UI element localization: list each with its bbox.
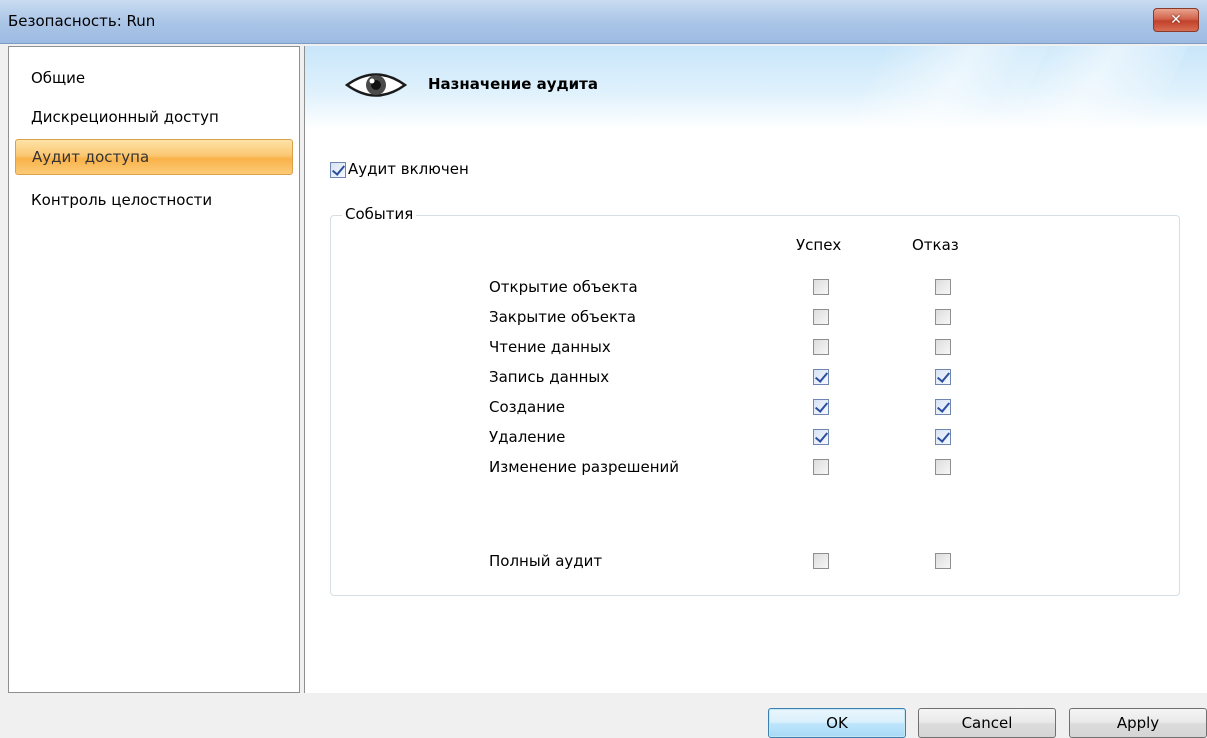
ok-button[interactable]: OK bbox=[768, 708, 906, 738]
sidebar-item-label: Дискреционный доступ bbox=[31, 108, 219, 126]
change-permissions-success-checkbox[interactable] bbox=[813, 459, 829, 475]
write-data-failure-checkbox[interactable] bbox=[935, 369, 951, 385]
window-title: Безопасность: Run bbox=[8, 12, 156, 30]
events-group-legend: События bbox=[342, 205, 417, 223]
title-bar[interactable]: Безопасность: Run ✕ bbox=[0, 0, 1207, 44]
event-label-open-object: Открытие объекта bbox=[489, 278, 638, 296]
event-label-read-data: Чтение данных bbox=[489, 338, 611, 356]
apply-button[interactable]: Apply bbox=[1069, 708, 1207, 738]
audit-enabled-checkbox[interactable] bbox=[330, 162, 346, 178]
open-object-failure-checkbox[interactable] bbox=[935, 279, 951, 295]
sidebar-item-general[interactable]: Общие bbox=[15, 61, 293, 97]
create-failure-checkbox[interactable] bbox=[935, 399, 951, 415]
cancel-button[interactable]: Cancel bbox=[918, 708, 1056, 738]
sidebar-item-access-audit[interactable]: Аудит доступа bbox=[15, 139, 293, 175]
delete-failure-checkbox[interactable] bbox=[935, 429, 951, 445]
sidebar-item-label: Аудит доступа bbox=[32, 148, 150, 166]
header-banner: Назначение аудита bbox=[305, 46, 1207, 130]
eye-icon bbox=[345, 73, 407, 97]
sidebar-item-label: Контроль целостности bbox=[31, 191, 213, 209]
event-label-write-data: Запись данных bbox=[489, 368, 610, 386]
create-success-checkbox[interactable] bbox=[813, 399, 829, 415]
event-label-delete: Удаление bbox=[489, 428, 566, 446]
event-label-create: Создание bbox=[489, 398, 565, 416]
change-permissions-failure-checkbox[interactable] bbox=[935, 459, 951, 475]
column-header-failure: Отказ bbox=[912, 236, 959, 254]
event-label-change-permissions: Изменение разрешений bbox=[489, 458, 680, 476]
security-dialog: Безопасность: Run ✕ Общие Дискреционный … bbox=[0, 0, 1207, 738]
read-data-failure-checkbox[interactable] bbox=[935, 339, 951, 355]
sidebar-item-integrity-control[interactable]: Контроль целостности bbox=[15, 183, 293, 219]
events-group bbox=[330, 215, 1180, 596]
audit-enabled-label: Аудит включен bbox=[348, 160, 469, 178]
close-object-failure-checkbox[interactable] bbox=[935, 309, 951, 325]
open-object-success-checkbox[interactable] bbox=[813, 279, 829, 295]
write-data-success-checkbox[interactable] bbox=[813, 369, 829, 385]
full-audit-success-checkbox[interactable] bbox=[813, 553, 829, 569]
column-header-success: Успех bbox=[796, 236, 842, 254]
sidebar-item-discretionary-access[interactable]: Дискреционный доступ bbox=[15, 100, 293, 136]
event-label-full-audit: Полный аудит bbox=[489, 552, 603, 570]
sidebar-nav: Общие Дискреционный доступ Аудит доступа… bbox=[8, 46, 300, 693]
page-title: Назначение аудита bbox=[428, 75, 598, 93]
delete-success-checkbox[interactable] bbox=[813, 429, 829, 445]
sidebar-item-label: Общие bbox=[31, 69, 86, 87]
close-icon: ✕ bbox=[1170, 12, 1182, 28]
read-data-success-checkbox[interactable] bbox=[813, 339, 829, 355]
close-object-success-checkbox[interactable] bbox=[813, 309, 829, 325]
event-label-close-object: Закрытие объекта bbox=[489, 308, 636, 326]
full-audit-failure-checkbox[interactable] bbox=[935, 553, 951, 569]
close-button[interactable]: ✕ bbox=[1153, 8, 1199, 32]
